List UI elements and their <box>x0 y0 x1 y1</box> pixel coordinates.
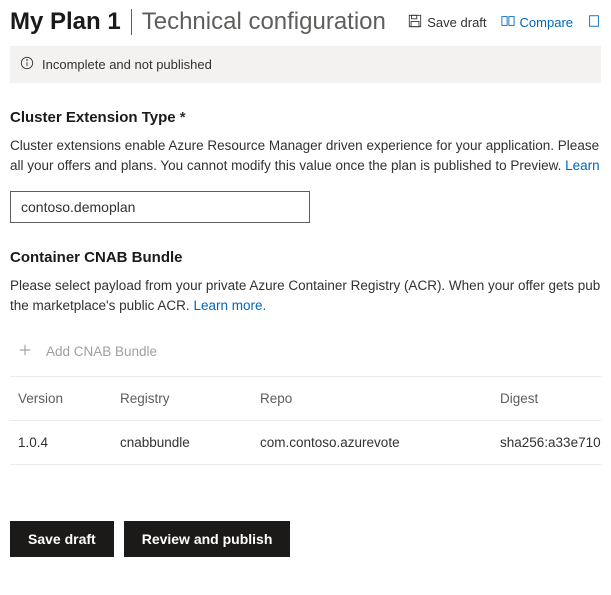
cluster-extension-heading: Cluster Extension Type * <box>10 109 601 126</box>
table-row[interactable]: 1.0.4 cnabbundle com.contoso.azurevote s… <box>10 421 601 465</box>
save-draft-header-button[interactable]: Save draft <box>408 14 486 31</box>
compare-button[interactable]: Compare <box>501 14 573 31</box>
help-text-line1: Cluster extensions enable Azure Resource… <box>10 138 599 153</box>
plus-icon <box>18 343 32 360</box>
add-cnab-bundle-button[interactable]: Add CNAB Bundle <box>10 339 601 374</box>
cluster-extension-input[interactable] <box>10 191 310 223</box>
help-text-line2: all your offers and plans. You cannot mo… <box>10 158 561 173</box>
title-divider <box>131 9 132 35</box>
cell-repo: com.contoso.azurevote <box>260 435 500 450</box>
page-header: My Plan 1 Technical configuration Save d… <box>0 0 611 42</box>
save-icon <box>408 14 422 31</box>
cnab-learn-link[interactable]: Learn more. <box>193 298 266 313</box>
cnab-heading: Container CNAB Bundle <box>10 249 601 266</box>
cnab-help: Please select payload from your private … <box>10 276 601 315</box>
page-icon <box>587 14 601 31</box>
col-digest-header: Digest <box>500 391 601 406</box>
cell-digest: sha256:a33e710 <box>500 435 601 450</box>
cluster-extension-heading-text: Cluster Extension Type <box>10 109 176 126</box>
cnab-table: Version Registry Repo Digest 1.0.4 cnabb… <box>10 376 601 465</box>
cluster-extension-help: Cluster extensions enable Azure Resource… <box>10 136 601 175</box>
add-cnab-bundle-label: Add CNAB Bundle <box>46 344 157 359</box>
cnab-help-line2: the marketplace's public ACR. <box>10 298 190 313</box>
cnab-help-line1: Please select payload from your private … <box>10 278 600 293</box>
cell-version: 1.0.4 <box>10 435 120 450</box>
plan-name: My Plan 1 <box>10 8 121 36</box>
status-bar: Incomplete and not published <box>10 46 601 83</box>
table-header: Version Registry Repo Digest <box>10 376 601 421</box>
footer-actions: Save draft Review and publish <box>0 521 611 557</box>
review-publish-button[interactable]: Review and publish <box>124 521 291 557</box>
header-actions: Save draft Compare <box>408 14 601 31</box>
compare-icon <box>501 14 515 31</box>
cnab-section: Container CNAB Bundle Please select payl… <box>0 249 611 465</box>
compare-label: Compare <box>520 15 573 30</box>
info-icon <box>20 56 34 73</box>
overflow-button[interactable] <box>587 14 601 31</box>
cluster-learn-link[interactable]: Learn <box>565 158 600 173</box>
col-registry-header: Registry <box>120 391 260 406</box>
cluster-extension-section: Cluster Extension Type * Cluster extensi… <box>0 109 611 223</box>
save-draft-button[interactable]: Save draft <box>10 521 114 557</box>
status-text: Incomplete and not published <box>42 57 212 72</box>
save-draft-header-label: Save draft <box>427 15 486 30</box>
cell-registry: cnabbundle <box>120 435 260 450</box>
col-version-header: Version <box>10 391 120 406</box>
page-title: Technical configuration <box>142 8 386 36</box>
col-repo-header: Repo <box>260 391 500 406</box>
required-indicator: * <box>180 109 186 126</box>
